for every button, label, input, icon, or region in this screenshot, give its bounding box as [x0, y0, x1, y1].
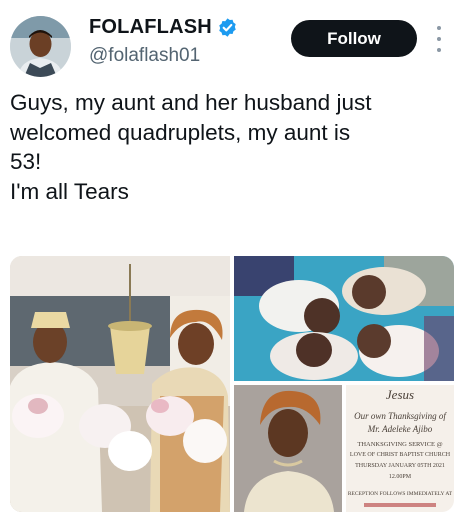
follow-button[interactable]: Follow [291, 20, 417, 57]
card-divider [364, 503, 436, 507]
card-line-1: Jesus [385, 387, 415, 402]
verified-badge-icon [219, 18, 236, 37]
media-grid[interactable]: Jesus Our own Thanksgiving of Mr. Adelek… [10, 256, 454, 512]
more-vertical-icon[interactable] [432, 26, 446, 52]
avatar[interactable] [10, 16, 71, 77]
card-line-5: LOVE OF CHRIST BAPTIST CHURCH [349, 452, 451, 458]
user-handle[interactable]: @folaflash01 [89, 45, 200, 67]
card-line-3: Mr. Adeleke Ajibo [367, 424, 433, 434]
photo-thanksgiving-card[interactable]: Jesus Our own Thanksgiving of Mr. Adelek… [346, 385, 454, 512]
card-line-8: RECEPTION FOLLOWS IMMEDIATELY AT [347, 491, 453, 497]
card-line-4: THANKSGIVING SERVICE @ [357, 441, 443, 448]
display-name[interactable]: FOLAFLASH [89, 16, 212, 39]
display-name-row[interactable]: FOLAFLASH [89, 16, 238, 39]
photo-aunt-portrait[interactable] [234, 385, 342, 512]
card-line-7: 12.00PM [388, 474, 412, 480]
tweet-text: Guys, my aunt and her husband just welco… [10, 90, 372, 204]
photo-couple-with-babies[interactable] [10, 256, 230, 512]
card-line-2: Our own Thanksgiving of [354, 411, 446, 421]
photo-newborn-quadruplets[interactable] [234, 256, 454, 381]
avatar-image [10, 16, 71, 77]
card-line-6: THURSDAY JANUARY 05TH 2021 [355, 463, 445, 469]
